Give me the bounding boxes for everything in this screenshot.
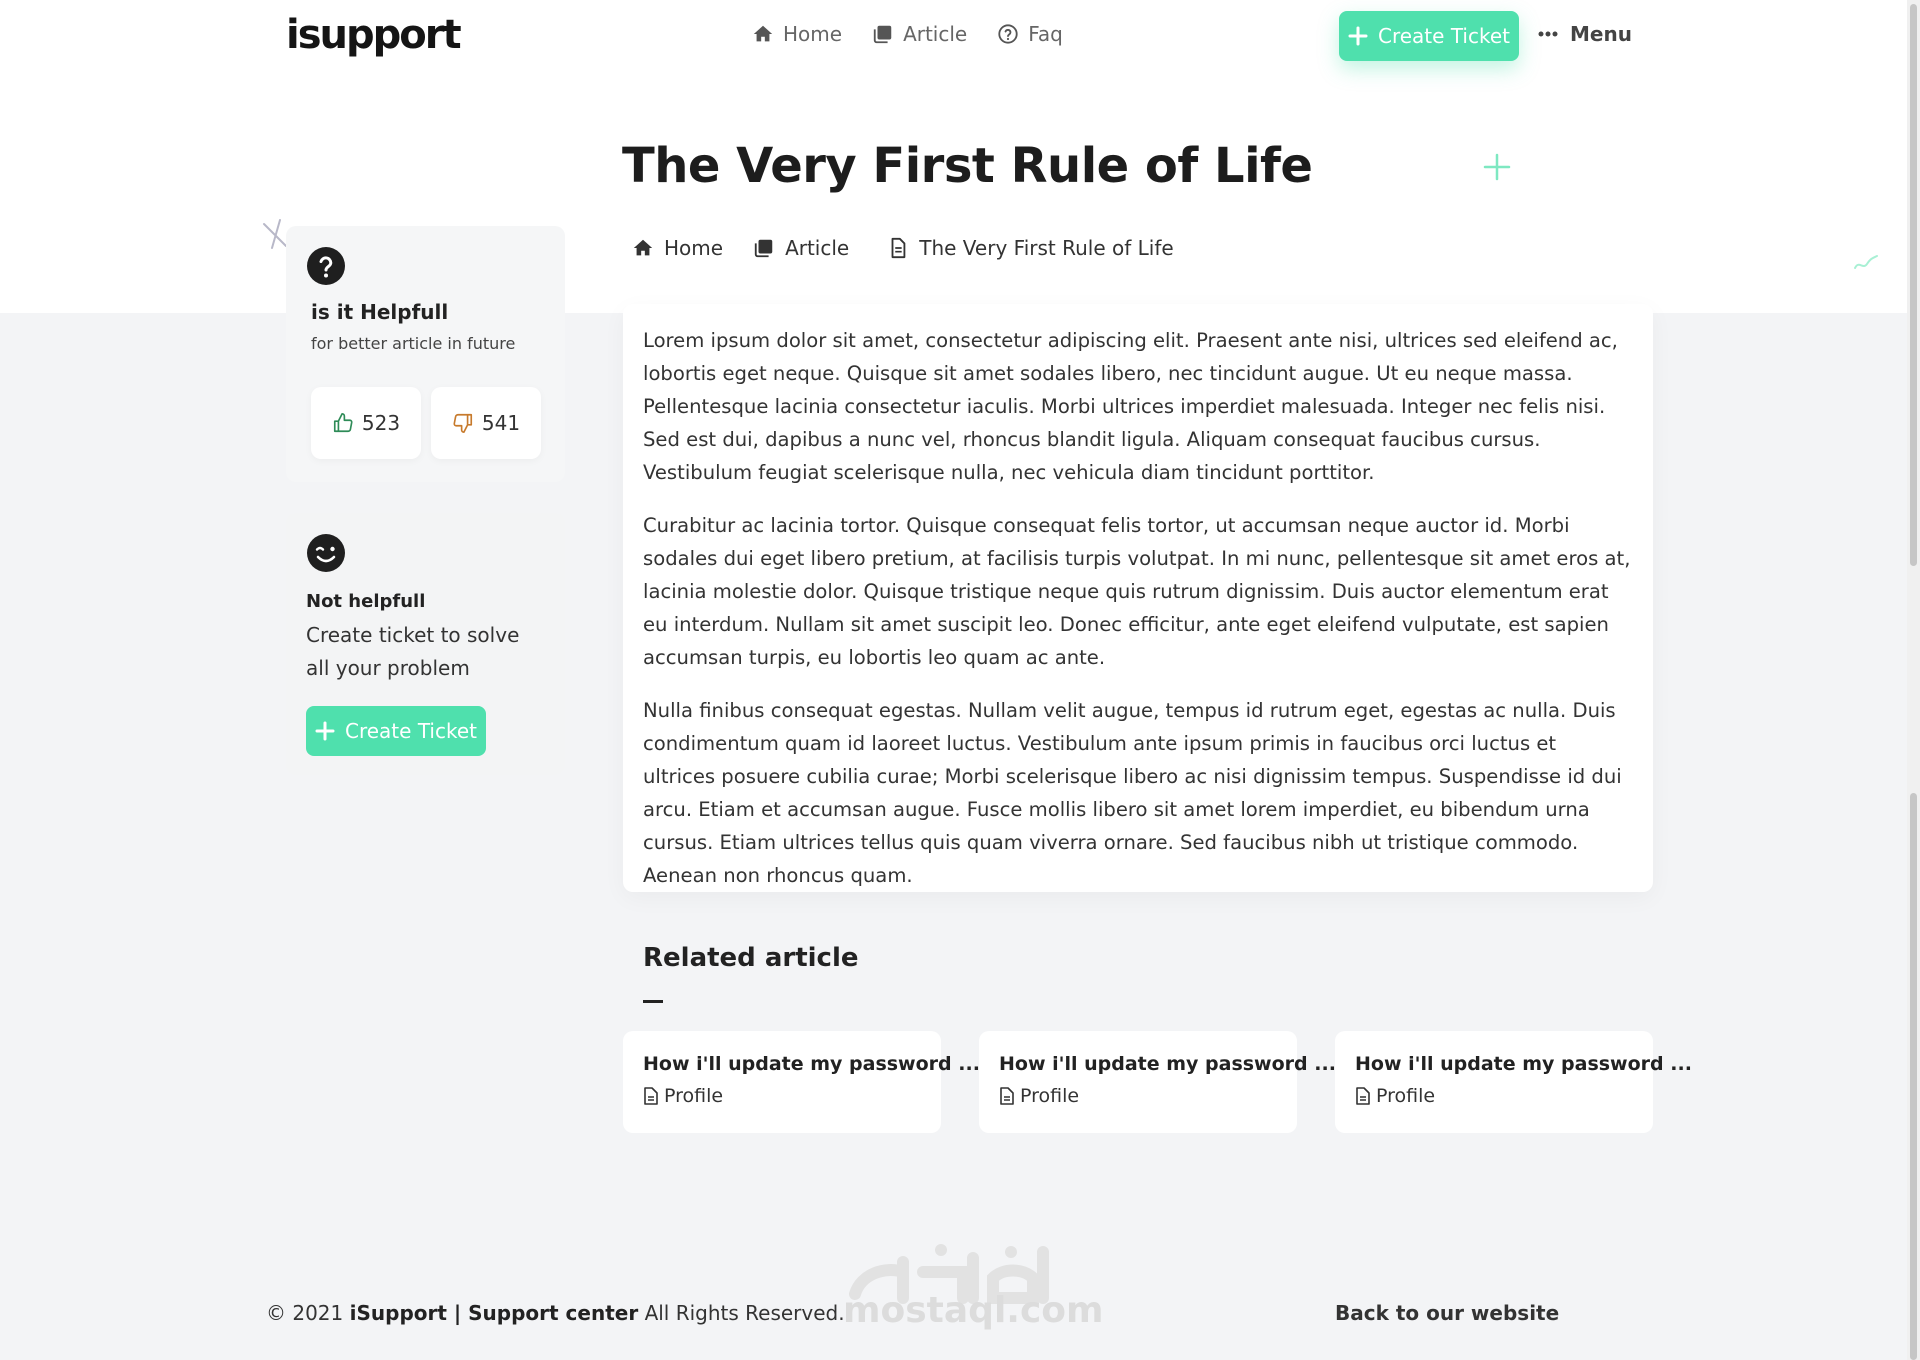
plus-icon xyxy=(315,721,335,741)
article-icon xyxy=(754,239,773,258)
article-icon xyxy=(873,25,892,44)
document-icon xyxy=(1356,1087,1370,1105)
article-paragraph: Curabitur ac lacinia tortor. Quisque con… xyxy=(643,514,1631,669)
helpful-title: is it Helpfull xyxy=(311,300,449,324)
like-count: 523 xyxy=(361,411,401,435)
related-article-category: Profile xyxy=(999,1085,1277,1107)
footer-copyright: © 2021 iSupport | Support center All Rig… xyxy=(266,1301,845,1325)
create-ticket-button[interactable]: Create Ticket xyxy=(1339,11,1519,61)
helpful-subtitle: for better article in future xyxy=(311,334,516,353)
related-article-title: How i'll update my password ... xyxy=(643,1053,980,1075)
scrollbar[interactable] xyxy=(1907,0,1920,1360)
nav-link-article[interactable]: Article xyxy=(872,22,967,46)
helpful-card: is it Helpfull for better article in fut… xyxy=(286,226,565,482)
related-title: Related article xyxy=(643,943,859,973)
scrollbar-thumb[interactable] xyxy=(1910,4,1917,566)
dislike-button[interactable]: 541 xyxy=(431,387,541,459)
breadcrumb-home[interactable]: Home xyxy=(632,236,723,260)
nav-link-label: Article xyxy=(903,22,968,46)
thumbs-up-icon xyxy=(333,413,353,433)
related-article-title: How i'll update my password ... xyxy=(999,1053,1336,1075)
breadcrumb: Home Article The Very First Rule of Life xyxy=(632,236,1174,260)
create-ticket-label: Create Ticket xyxy=(1378,24,1510,48)
wink-face-icon xyxy=(307,534,345,572)
copyright-prefix: © 2021 xyxy=(266,1301,344,1325)
like-button[interactable]: 523 xyxy=(311,387,421,459)
article-body: Lorem ipsum dolor sit amet, consectetur … xyxy=(623,304,1653,892)
back-to-website-link[interactable]: Back to our website xyxy=(1335,1301,1559,1325)
related-article-card[interactable]: How i'll update my password ... Profile xyxy=(623,1031,980,1133)
breadcrumb-current: The Very First Rule of Life xyxy=(887,236,1174,260)
article-paragraph: Lorem ipsum dolor sit amet, consectetur … xyxy=(643,329,1618,484)
nav-link-faq[interactable]: Faq xyxy=(997,22,1063,46)
not-helpful-title: Not helpfull xyxy=(306,591,426,612)
nav-link-label: Faq xyxy=(1028,22,1063,46)
watermark-text: mostaql.com xyxy=(843,1290,1104,1331)
related-article-category: Profile xyxy=(643,1085,921,1107)
copyright-suffix: All Rights Reserved. xyxy=(644,1301,845,1325)
page-title: The Very First Rule of Life xyxy=(622,138,1313,194)
question-circle-icon xyxy=(998,24,1018,44)
breadcrumb-article[interactable]: Article xyxy=(753,236,849,260)
not-helpful-card: Not helpfull Create ticket to solve all … xyxy=(286,513,565,775)
related-article-category: Profile xyxy=(1355,1085,1633,1107)
related-divider xyxy=(643,1000,663,1003)
squiggle-decoration-icon xyxy=(1854,255,1878,269)
nav-link-label: Home xyxy=(783,22,843,46)
plus-icon xyxy=(1348,26,1368,46)
nav-links: Home Article Faq xyxy=(752,22,1063,46)
document-icon xyxy=(644,1087,658,1105)
create-ticket-label: Create Ticket xyxy=(345,719,477,743)
more-dots-icon xyxy=(1538,31,1558,37)
copyright-brand: iSupport | Support center xyxy=(349,1301,639,1325)
breadcrumb-label: Article xyxy=(785,236,850,260)
document-icon xyxy=(891,237,906,259)
category-label: Profile xyxy=(1376,1085,1436,1107)
related-article-card[interactable]: How i'll update my password ... Profile xyxy=(979,1031,1336,1133)
related-article-card[interactable]: How i'll update my password ... Profile xyxy=(1335,1031,1692,1133)
scrollbar-thumb[interactable] xyxy=(1910,793,1917,1360)
breadcrumb-label: Home xyxy=(664,236,724,260)
dislike-count: 541 xyxy=(481,411,521,435)
article-paragraph: Nulla finibus consequat egestas. Nullam … xyxy=(643,699,1622,887)
menu-button[interactable]: Menu xyxy=(1538,22,1632,46)
sidebar-create-ticket-button[interactable]: Create Ticket xyxy=(306,706,486,756)
home-icon xyxy=(753,25,773,42)
home-icon xyxy=(633,239,653,256)
menu-label: Menu xyxy=(1570,22,1632,46)
document-icon xyxy=(1000,1087,1014,1105)
category-label: Profile xyxy=(1020,1085,1080,1107)
nav-link-home[interactable]: Home xyxy=(752,22,842,46)
logo[interactable]: isupport xyxy=(286,12,462,58)
plus-decoration-icon xyxy=(1483,153,1511,181)
question-icon xyxy=(307,247,345,285)
breadcrumb-label: The Very First Rule of Life xyxy=(919,236,1174,260)
category-label: Profile xyxy=(664,1085,724,1107)
related-article-title: How i'll update my password ... xyxy=(1355,1053,1692,1075)
top-navbar: isupport Home Article Faq Create Ticket … xyxy=(0,0,1920,72)
not-helpful-text: Create ticket to solve all your problem xyxy=(306,623,520,680)
thumbs-down-icon xyxy=(453,413,472,433)
